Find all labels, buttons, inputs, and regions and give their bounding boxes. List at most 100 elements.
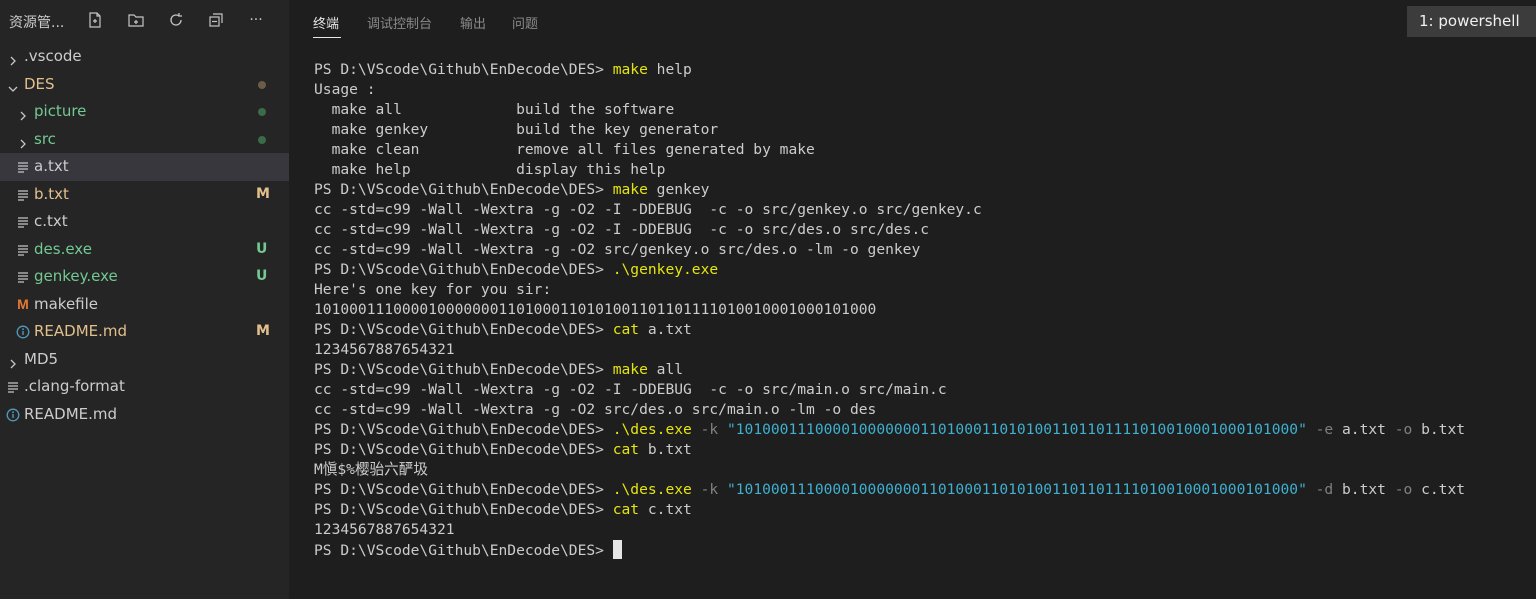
terminal-text: cc -std=c99 -Wall -Wextra -g -O2 src/gen… — [314, 241, 921, 258]
terminal-text: "101000111000010000000110100011010100110… — [726, 481, 1307, 498]
terminal-text: make help display this help — [314, 161, 666, 178]
terminal-text: "101000111000010000000110100011010100110… — [726, 421, 1307, 438]
tree-file[interactable]: README.md — [0, 401, 289, 429]
terminal-text: 1234567887654321 — [314, 521, 455, 538]
text-file-icon — [16, 243, 30, 257]
new-folder-icon[interactable] — [126, 10, 146, 30]
info-icon — [6, 408, 20, 422]
terminal-line: cc -std=c99 -Wall -Wextra -g -O2 -I -DDE… — [314, 200, 1529, 220]
active-tab-indicator — [313, 37, 341, 38]
terminal-text: cc -std=c99 -Wall -Wextra -g -O2 -I -DDE… — [314, 381, 947, 398]
tree-file[interactable]: .clang-format — [0, 373, 289, 401]
tree-folder[interactable]: DES — [0, 71, 289, 99]
tree-item-label: src — [34, 129, 56, 148]
terminal-text: make — [612, 361, 648, 378]
terminal-text: PS D:\VScode\Github\EnDecode\DES> — [314, 421, 613, 438]
terminal-output[interactable]: PS D:\VScode\Github\EnDecode\DES> make h… — [314, 60, 1529, 580]
tab-problems[interactable]: 问题 — [512, 13, 538, 32]
tree-file[interactable]: c.txt — [0, 208, 289, 236]
git-status-badge: U — [256, 240, 268, 257]
terminal-text: -k — [691, 481, 727, 498]
terminal-line: PS D:\VScode\Github\EnDecode\DES> cat c.… — [314, 500, 1529, 520]
tree-file[interactable]: genkey.exe U — [0, 263, 289, 291]
terminal-line: M愼$%樱骀六酽圾 — [314, 460, 1529, 480]
terminal-line: cc -std=c99 -Wall -Wextra -g -O2 -I -DDE… — [314, 220, 1529, 240]
tab-output[interactable]: 输出 — [460, 13, 486, 32]
more-icon[interactable]: ··· — [246, 10, 266, 30]
panel-tabs: 终端 调试控制台 输出 问题 — [289, 0, 1389, 42]
text-file-icon — [6, 380, 20, 394]
refresh-icon[interactable] — [166, 10, 186, 30]
tree-folder[interactable]: picture — [0, 98, 289, 126]
terminal-text: Here's one key for you sir: — [314, 281, 552, 298]
tree-file[interactable]: README.md M — [0, 318, 289, 346]
terminal-text: b.txt — [1342, 481, 1386, 498]
terminal-selector[interactable]: 1: powershell — [1407, 6, 1536, 37]
terminal-text: cc -std=c99 -Wall -Wextra -g -O2 src/des… — [314, 401, 877, 418]
text-file-icon — [16, 188, 30, 202]
terminal-text: PS D:\VScode\Github\EnDecode\DES> — [314, 481, 613, 498]
terminal-panel: 终端 调试控制台 输出 问题 1: powershell PS D:\VScod… — [289, 0, 1536, 599]
tree-file[interactable]: Mmakefile — [0, 291, 289, 319]
terminal-text: PS D:\VScode\Github\EnDecode\DES> — [314, 61, 613, 78]
terminal-text: a.txt — [1342, 421, 1386, 438]
tree-item-label: c.txt — [34, 212, 68, 230]
terminal-line: PS D:\VScode\Github\EnDecode\DES> .\genk… — [314, 260, 1529, 280]
chevron-right-icon[interactable] — [16, 105, 30, 121]
tree-item-label: .clang-format — [24, 377, 125, 395]
tree-folder[interactable]: MD5 — [0, 346, 289, 374]
terminal-line: PS D:\VScode\Github\EnDecode\DES> make h… — [314, 60, 1529, 80]
new-file-icon[interactable] — [85, 10, 105, 30]
explorer-header: 资源管... ··· — [0, 0, 289, 42]
tree-item-label: genkey.exe — [34, 267, 118, 285]
terminal-text: make — [612, 61, 648, 78]
chevron-right-icon[interactable] — [6, 353, 20, 368]
terminal-line: PS D:\VScode\Github\EnDecode\DES> .\des.… — [314, 420, 1529, 440]
chevron-right-icon[interactable] — [6, 50, 20, 66]
tree-file[interactable]: des.exe U — [0, 236, 289, 264]
terminal-text: a.txt — [639, 321, 692, 338]
git-status-badge: M — [256, 323, 270, 339]
terminal-line: Usage : — [314, 80, 1529, 100]
collapse-all-icon[interactable] — [206, 10, 226, 30]
terminal-text: help — [647, 61, 692, 78]
terminal-text: PS D:\VScode\Github\EnDecode\DES> — [314, 441, 613, 458]
tree-file[interactable]: b.txt M — [0, 181, 289, 209]
text-file-icon — [16, 215, 30, 229]
tree-item-label: picture — [34, 102, 87, 120]
tree-item-label: README.md — [34, 322, 128, 340]
terminal-line: PS D:\VScode\Github\EnDecode\DES> make a… — [314, 360, 1529, 380]
terminal-text: cat — [612, 441, 640, 458]
explorer-title: 资源管... — [9, 15, 65, 31]
terminal-text: -e — [1306, 421, 1343, 438]
tree-item-label: DES — [24, 74, 55, 93]
terminal-text: c.txt — [1421, 481, 1466, 498]
tab-debug-console[interactable]: 调试控制台 — [367, 13, 432, 32]
terminal-text: PS D:\VScode\Github\EnDecode\DES> — [314, 321, 613, 338]
terminal-line: make help display this help — [314, 160, 1529, 180]
terminal-text: PS D:\VScode\Github\EnDecode\DES> — [314, 542, 613, 559]
tree-folder[interactable]: src — [0, 126, 289, 154]
terminal-text: cat — [612, 321, 640, 338]
chevron-right-icon[interactable] — [16, 133, 30, 148]
tree-item-label: README.md — [24, 404, 118, 423]
terminal-text: PS D:\VScode\Github\EnDecode\DES> — [314, 181, 613, 198]
terminal-line: cc -std=c99 -Wall -Wextra -g -O2 src/gen… — [314, 240, 1529, 260]
git-status-dot — [258, 80, 266, 89]
chevron-down-icon[interactable] — [6, 78, 20, 92]
terminal-text: all — [647, 361, 684, 378]
git-status-badge: U — [256, 268, 268, 284]
terminal-text: genkey — [647, 181, 710, 198]
terminal-text: cat — [612, 501, 640, 518]
tree-file[interactable]: a.txt — [0, 153, 289, 181]
tab-terminal[interactable]: 终端 — [313, 13, 339, 32]
terminal-text: PS D:\VScode\Github\EnDecode\DES> — [314, 501, 613, 518]
terminal-line: cc -std=c99 -Wall -Wextra -g -O2 src/des… — [314, 400, 1529, 420]
terminal-text: -o — [1385, 421, 1422, 438]
git-status-badge: M — [256, 185, 270, 202]
terminal-text: cc -std=c99 -Wall -Wextra -g -O2 -I -DDE… — [314, 201, 982, 218]
tree-item-label: b.txt — [34, 184, 69, 203]
tree-item-label: MD5 — [24, 349, 59, 368]
tree-folder[interactable]: .vscode — [0, 43, 289, 71]
vscode-window: 资源管... ··· .vscode DES picture src a.txt… — [0, 0, 1536, 599]
